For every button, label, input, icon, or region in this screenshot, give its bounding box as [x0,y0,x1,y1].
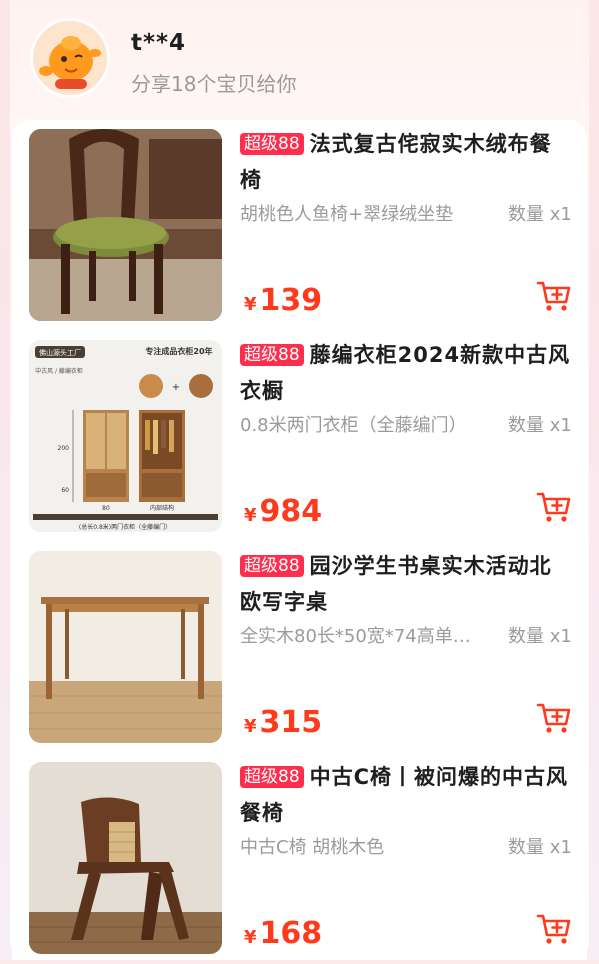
svg-text:60: 60 [61,487,69,494]
cart-icon [536,914,571,944]
svg-text:专注成品衣柜20年: 专注成品衣柜20年 [145,346,212,356]
svg-text:+: + [172,382,180,393]
price-amount: 168 [259,916,323,951]
cart-icon [536,703,571,733]
cart-icon [536,492,571,522]
super88-badge: 超级88 [240,555,304,577]
product-spec: 全实木80长*50宽*74高单… [240,626,471,647]
add-to-cart-button[interactable] [536,911,572,947]
list-item[interactable]: 佛山源头工厂 专注成品衣柜20年 中古风 / 藤编衣柜 + 200 60 80 … [12,331,587,542]
product-spec: 胡桃色人鱼椅+翠绿绒坐垫 [240,204,454,225]
chair-green-cushion-photo [29,129,222,321]
add-to-cart-button[interactable] [536,278,572,314]
super88-badge: 超级88 [240,344,304,366]
product-price: ¥139 [244,283,322,318]
share-subtitle: 分享18个宝贝给你 [131,72,297,96]
svg-text:200: 200 [58,445,70,452]
rattan-wardrobe-photo: 佛山源头工厂 专注成品衣柜20年 中古风 / 藤编衣柜 + 200 60 80 … [29,340,222,532]
super88-badge: 超级88 [240,766,304,788]
wooden-desk-photo [29,551,222,743]
list-item[interactable]: 超级88 园沙学生书桌实木活动北欧写字桌 全实木80长*50宽*74高单… 数量 … [12,542,587,753]
product-price: ¥984 [244,494,322,529]
product-image-wardrobe[interactable]: 佛山源头工厂 专注成品衣柜20年 中古风 / 藤编衣柜 + 200 60 80 … [29,340,222,532]
product-price: ¥315 [244,705,322,740]
mascot-icon [33,21,107,95]
cart-icon [536,281,571,311]
currency-symbol: ¥ [244,927,257,948]
price-amount: 315 [259,705,323,740]
avatar[interactable] [30,18,110,98]
product-title[interactable]: 超级88 藤编衣柜2024新款中古风衣橱 [240,337,572,409]
product-image-desk[interactable] [29,551,222,743]
product-quantity: 数量 x1 [508,415,572,436]
svg-text:80: 80 [102,505,110,512]
currency-symbol: ¥ [244,505,257,526]
user-name: t**4 [131,30,187,56]
list-item[interactable]: 超级88 中古C椅丨被问爆的中古风餐椅 中古C椅 胡桃木色 数量 x1 ¥168 [12,753,587,964]
product-quantity: 数量 x1 [508,837,572,858]
product-quantity: 数量 x1 [508,626,572,647]
share-header: t**4 分享18个宝贝给你 [0,0,599,118]
super88-badge: 超级88 [240,133,304,155]
product-title[interactable]: 超级88 中古C椅丨被问爆的中古风餐椅 [240,759,572,831]
svg-text:佛山源头工厂: 佛山源头工厂 [39,348,81,357]
product-title[interactable]: 超级88 法式复古侘寂实木绒布餐椅 [240,126,572,198]
svg-text:中古风 / 藤编衣柜: 中古风 / 藤编衣柜 [35,367,83,375]
product-title[interactable]: 超级88 园沙学生书桌实木活动北欧写字桌 [240,548,572,620]
svg-text:(总长0.8米)两门衣柜（全藤编门）: (总长0.8米)两门衣柜（全藤编门） [79,523,171,531]
product-image-c-chair[interactable] [29,762,222,954]
product-quantity: 数量 x1 [508,204,572,225]
currency-symbol: ¥ [244,294,257,315]
add-to-cart-button[interactable] [536,489,572,525]
list-item[interactable]: 超级88 法式复古侘寂实木绒布餐椅 胡桃色人鱼椅+翠绿绒坐垫 数量 x1 ¥139 [12,120,587,331]
product-price: ¥168 [244,916,322,951]
c-chair-photo [29,762,222,954]
price-amount: 139 [259,283,323,318]
svg-text:内部结构: 内部结构 [150,504,174,512]
product-spec: 中古C椅 胡桃木色 [240,837,385,858]
product-list: 超级88 法式复古侘寂实木绒布餐椅 胡桃色人鱼椅+翠绿绒坐垫 数量 x1 ¥139… [12,120,587,960]
add-to-cart-button[interactable] [536,700,572,736]
price-amount: 984 [259,494,323,529]
product-image-chair[interactable] [29,129,222,321]
product-spec: 0.8米两门衣柜（全藤编门） [240,415,467,436]
currency-symbol: ¥ [244,716,257,737]
